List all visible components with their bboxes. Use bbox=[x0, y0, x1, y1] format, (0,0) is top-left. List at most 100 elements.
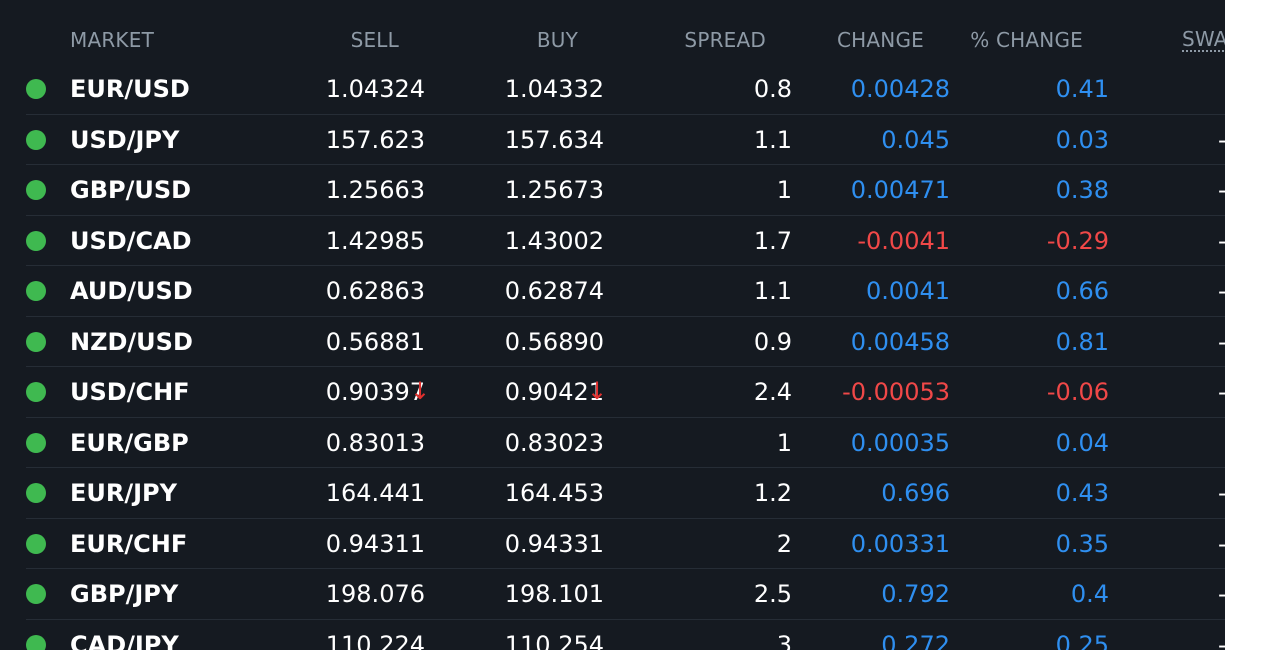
swap-value: - bbox=[1218, 580, 1225, 608]
column-header-change[interactable]: CHANGE bbox=[837, 28, 924, 52]
table-row[interactable]: EUR/GBP 0.83013 0.83023 1 0.00035 0.04 bbox=[26, 418, 1225, 468]
table-body: EUR/USD 1.04324 1.04332 0.8 0.00428 0.41 USD/J… bbox=[0, 64, 1225, 650]
buy-price[interactable]: 0.83023 bbox=[505, 429, 604, 457]
green-dot-icon bbox=[26, 79, 46, 99]
sell-price[interactable]: 0.94311 bbox=[326, 530, 425, 558]
change-value: 0.00331 bbox=[850, 529, 950, 558]
buy-price[interactable]: 110.254 bbox=[505, 631, 604, 650]
spread-value: 1.7 bbox=[753, 226, 792, 255]
buy-price[interactable]: 198.101 bbox=[505, 580, 604, 608]
spread-value: 2 bbox=[776, 529, 792, 558]
green-dot-icon bbox=[26, 331, 46, 352]
sell-price[interactable]: 1.04324 bbox=[326, 75, 425, 103]
swap-value: - bbox=[1218, 530, 1225, 558]
spread-value: 2.5 bbox=[753, 580, 792, 608]
percent-change-value: 0.4 bbox=[1070, 580, 1109, 608]
change-value: 0.696 bbox=[881, 479, 950, 507]
swap-value: - bbox=[1218, 227, 1225, 255]
spread-value: 0.8 bbox=[753, 75, 792, 103]
sell-price[interactable]: 1.42985 bbox=[326, 227, 425, 255]
market-name: EUR/USD bbox=[70, 75, 190, 103]
buy-price[interactable]: 157.634 bbox=[505, 126, 604, 154]
market-name: NZD/USD bbox=[70, 327, 193, 356]
table-header: MARKET SELL BUY SPREAD CHANGE % CHANGE S… bbox=[0, 20, 1225, 62]
spread-value: 3 bbox=[776, 630, 792, 650]
percent-change-value: 0.41 bbox=[1055, 75, 1109, 103]
sell-price[interactable]: 0.83013 bbox=[326, 429, 425, 457]
percent-change-value: -0.06 bbox=[1046, 378, 1109, 406]
change-value: 0.792 bbox=[881, 580, 950, 608]
spread-value: 1 bbox=[776, 428, 792, 457]
table-row[interactable]: EUR/CHF 0.94311 0.94331 2 0.00331 0.35 - bbox=[26, 519, 1225, 569]
table-row[interactable]: EUR/JPY 164.441 164.453 1.2 0.696 0.43 - bbox=[26, 468, 1225, 519]
percent-change-value: 0.04 bbox=[1055, 428, 1109, 457]
spread-value: 1.2 bbox=[753, 479, 792, 507]
percent-change-value: 0.25 bbox=[1055, 630, 1109, 650]
percent-change-value: 0.35 bbox=[1055, 529, 1109, 558]
percent-change-value: 0.81 bbox=[1055, 327, 1109, 356]
green-dot-icon bbox=[26, 634, 46, 650]
sell-price[interactable]: 164.441 bbox=[326, 479, 425, 507]
green-dot-icon bbox=[26, 584, 46, 604]
change-value: 0.00035 bbox=[850, 428, 950, 457]
table-row[interactable]: NZD/USD 0.56881 0.56890 0.9 0.00458 0.81 - bbox=[26, 317, 1225, 367]
column-header-spread[interactable]: SPREAD bbox=[684, 28, 766, 52]
buy-price[interactable]: 1.04332 bbox=[505, 75, 604, 103]
sell-price[interactable]: 198.076 bbox=[326, 580, 425, 608]
column-header-percent-change[interactable]: % CHANGE bbox=[970, 28, 1083, 52]
sell-price[interactable]: 0.62863 bbox=[326, 277, 425, 305]
column-header-sell[interactable]: SELL bbox=[351, 28, 399, 52]
buy-price[interactable]: 164.453 bbox=[505, 479, 604, 507]
table-row[interactable]: USD/JPY 157.623 157.634 1.1 0.045 0.03 - bbox=[26, 115, 1225, 165]
change-value: 0.00428 bbox=[850, 75, 950, 103]
swap-value: - bbox=[1218, 176, 1225, 204]
table-row[interactable]: EUR/USD 1.04324 1.04332 0.8 0.00428 0.41 bbox=[26, 64, 1225, 115]
sell-price[interactable]: 0.56881 bbox=[326, 328, 425, 356]
sell-price[interactable]: 1.25663 bbox=[326, 176, 425, 204]
change-value: -0.0041 bbox=[857, 226, 950, 255]
buy-price[interactable]: 0.56890 bbox=[505, 328, 604, 356]
column-header-buy[interactable]: BUY bbox=[537, 28, 578, 52]
swap-value: - bbox=[1218, 378, 1225, 406]
buy-price[interactable]: 0.94331 bbox=[505, 530, 604, 558]
market-name: AUD/USD bbox=[70, 277, 193, 305]
table-row[interactable]: USD/CAD 1.42985 1.43002 1.7 -0.0041 -0.29 - bbox=[26, 216, 1225, 266]
market-name: EUR/JPY bbox=[70, 479, 178, 507]
table-row[interactable]: CAD/JPY 110.224 110.254 3 0.272 0.25 - bbox=[26, 620, 1225, 650]
market-name: GBP/USD bbox=[70, 176, 192, 204]
column-header-market[interactable]: MARKET bbox=[70, 28, 154, 52]
column-header-swap[interactable]: SWA bbox=[1182, 28, 1225, 52]
green-dot-icon bbox=[26, 281, 46, 301]
green-dot-icon bbox=[26, 483, 46, 503]
table-row[interactable]: USD/CHF0.903970.904212.4-0.00053-0.06-↓↓ bbox=[26, 367, 1225, 418]
spread-value: 0.9 bbox=[753, 327, 792, 356]
swap-value: - bbox=[1218, 328, 1225, 356]
table-row[interactable]: AUD/USD 0.62863 0.62874 1.1 0.0041 0.66 - bbox=[26, 266, 1225, 317]
market-name: EUR/CHF bbox=[70, 529, 188, 558]
green-dot-icon bbox=[26, 533, 46, 554]
percent-change-value: -0.29 bbox=[1046, 226, 1109, 255]
side-panel-edge bbox=[1225, 0, 1270, 650]
buy-price[interactable]: 0.62874 bbox=[505, 277, 604, 305]
table-row[interactable]: GBP/JPY 198.076 198.101 2.5 0.792 0.4 - bbox=[26, 569, 1225, 620]
market-name: GBP/JPY bbox=[70, 580, 179, 608]
sell-price[interactable]: 157.623 bbox=[326, 126, 425, 154]
spread-value: 1 bbox=[776, 176, 792, 204]
market-name: USD/CAD bbox=[70, 226, 192, 255]
spread-value: 2.4 bbox=[753, 378, 792, 406]
percent-change-value: 0.66 bbox=[1055, 277, 1109, 305]
green-dot-icon bbox=[26, 382, 46, 402]
percent-change-value: 0.03 bbox=[1055, 125, 1109, 154]
change-value: -0.00053 bbox=[842, 378, 950, 406]
market-name: USD/CHF bbox=[70, 378, 190, 406]
buy-price[interactable]: 1.25673 bbox=[505, 176, 604, 204]
table-row[interactable]: GBP/USD 1.25663 1.25673 1 0.00471 0.38 - bbox=[26, 165, 1225, 216]
buy-price[interactable]: 1.43002 bbox=[505, 227, 604, 255]
sell-price[interactable]: 110.224 bbox=[326, 631, 425, 650]
swap-value: - bbox=[1218, 479, 1225, 507]
market-name: USD/JPY bbox=[70, 125, 180, 154]
change-value: 0.0041 bbox=[866, 277, 950, 305]
green-dot-icon bbox=[26, 230, 46, 251]
swap-value: - bbox=[1218, 631, 1225, 650]
swap-value: - bbox=[1218, 277, 1225, 305]
